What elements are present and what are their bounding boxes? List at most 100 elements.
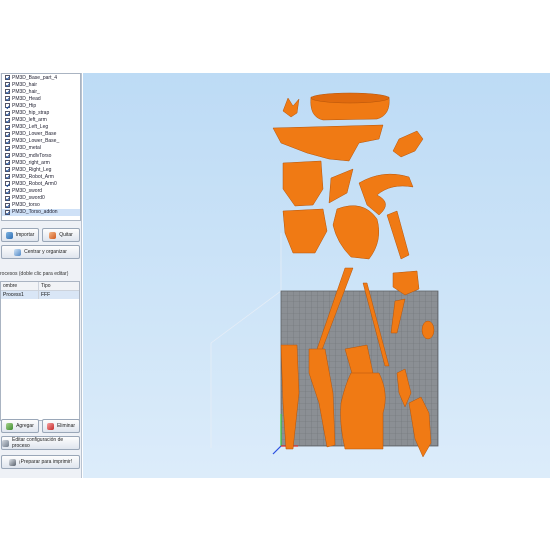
visibility-checkbox[interactable] <box>5 110 10 116</box>
visibility-checkbox[interactable] <box>5 202 10 208</box>
model-list-item-label: PM3D_torso <box>12 202 40 209</box>
model-list-item[interactable]: PM3D_hair_ <box>2 88 80 95</box>
model-list-item-label: PM3D_Head <box>12 95 41 102</box>
model-list-item[interactable]: PM3D_mdlvTorso <box>2 152 80 159</box>
model-list-item-label: PM3D_Lower_Base_ <box>12 138 60 145</box>
scene <box>210 92 439 458</box>
model-hair-strand[interactable] <box>358 173 414 216</box>
remove-button[interactable]: Quitar <box>42 228 80 242</box>
model-hip-strap[interactable] <box>328 168 354 204</box>
visibility-checkbox[interactable] <box>5 138 10 144</box>
add-process-label: Agregar <box>16 423 34 429</box>
visibility-checkbox[interactable] <box>5 145 10 151</box>
printer-icon <box>8 458 16 466</box>
model-list-item[interactable]: PM3D_Robot_Arm0 <box>2 180 80 187</box>
model-base-top[interactable] <box>310 92 390 104</box>
model-list-item-label: PM3D_right_arm <box>12 159 50 166</box>
model-list-item-label: PM3D_Base_part_4 <box>12 74 58 81</box>
model-list-item[interactable]: PM3D_Lower_Base_ <box>2 138 80 145</box>
import-icon <box>5 231 13 239</box>
model-list-item[interactable]: PM3D_right_arm <box>2 159 80 166</box>
import-button-label: Importar <box>15 232 35 238</box>
model-torso-back[interactable] <box>282 208 328 254</box>
model-list-item[interactable]: PM3D_Right_Leg <box>2 166 80 173</box>
visibility-checkbox[interactable] <box>5 188 10 194</box>
model-list-item[interactable]: PM3D_hip_strap <box>2 109 80 116</box>
process-type-cell: FFF <box>41 292 51 298</box>
visibility-checkbox[interactable] <box>5 174 10 180</box>
visibility-checkbox[interactable] <box>5 195 10 201</box>
visibility-checkbox[interactable] <box>5 153 10 159</box>
model-list-item-label: PM3D_Torso_addon <box>12 209 58 216</box>
model-list-item[interactable]: PM3D_Lower_Base <box>2 131 80 138</box>
model-list[interactable]: PM3D_Base_part_4 PM3D_hair PM3D_hair_ PM3D_… <box>1 73 81 221</box>
model-list-item-label: PM3D_metal <box>12 145 41 152</box>
model-left-arm-piece[interactable] <box>392 130 424 158</box>
model-hip[interactable] <box>282 160 324 207</box>
visibility-checkbox[interactable] <box>5 131 10 137</box>
model-list-item-label: PM3D_left_arm <box>12 117 47 124</box>
model-list-item[interactable]: PM3D_torso <box>2 202 80 209</box>
delete-icon <box>46 422 54 430</box>
visibility-checkbox[interactable] <box>5 103 10 109</box>
process-table[interactable]: ombre Tipo Process1 FFF <box>0 281 80 421</box>
model-list-item[interactable]: PM3D_Base_part_4 <box>2 74 80 81</box>
edit-process-label: Editar configuración de proceso <box>12 437 64 449</box>
process-table-header: ombre Tipo <box>1 282 79 291</box>
center-arrange-button[interactable]: Centrar y organizar <box>1 245 80 259</box>
model-list-item[interactable]: PM3D_sword0 <box>2 195 80 202</box>
model-hair-ornament[interactable] <box>282 97 300 118</box>
visibility-checkbox[interactable] <box>5 75 10 81</box>
model-list-item-label: PM3D_Robot_Arm <box>12 173 54 180</box>
model-torso[interactable] <box>340 372 386 450</box>
model-list-item-label: PM3D_sword <box>12 188 43 195</box>
import-button[interactable]: Importar <box>1 228 39 242</box>
add-process-button[interactable]: Agregar <box>1 419 39 433</box>
model-list-item[interactable]: PM3D_Torso_addon <box>2 208 80 216</box>
model-list-item-label: PM3D_Hip <box>12 102 37 109</box>
process-name-cell: Process1 <box>1 291 39 299</box>
visibility-checkbox[interactable] <box>5 124 10 130</box>
model-list-item-label: PM3D_hip_strap <box>12 110 50 117</box>
visibility-checkbox[interactable] <box>5 160 10 166</box>
model-list-item[interactable]: PM3D_hair <box>2 81 80 88</box>
simplify3d-window: PM3D_Base_part_4 PM3D_hair PM3D_hair_ PM3D_… <box>0 73 550 478</box>
model-list-item[interactable]: PM3D_Left_Leg <box>2 124 80 131</box>
model-list-item[interactable]: PM3D_metal <box>2 145 80 152</box>
delete-process-button[interactable]: Eliminar <box>42 419 80 433</box>
left-panel: PM3D_Base_part_4 PM3D_hair PM3D_hair_ PM3D_… <box>0 73 82 478</box>
process-row[interactable]: Process1 FFF <box>1 291 79 299</box>
3d-viewport[interactable] <box>83 73 550 478</box>
prepare-print-button[interactable]: ¡Preparar para imprimir! <box>1 455 80 469</box>
center-arrange-button-label: Centrar y organizar <box>24 249 67 255</box>
remove-button-label: Quitar <box>59 232 73 238</box>
visibility-checkbox[interactable] <box>5 209 10 215</box>
model-list-item-label: PM3D_hair <box>12 81 38 88</box>
model-head[interactable] <box>421 320 435 340</box>
center-arrange-icon <box>14 248 22 256</box>
visibility-checkbox[interactable] <box>5 181 10 187</box>
model-list-item-label: PM3D_Right_Leg <box>12 166 52 173</box>
model-hair[interactable] <box>332 205 379 260</box>
model-list-item[interactable]: PM3D_Hip <box>2 102 80 109</box>
model-list-item-label: PM3D_hair_ <box>12 88 40 95</box>
processes-label: rocesos (doble clic para editar) <box>0 271 69 277</box>
visibility-checkbox[interactable] <box>5 167 10 173</box>
delete-process-label: Eliminar <box>56 423 76 429</box>
model-list-item[interactable]: PM3D_Head <box>2 95 80 102</box>
model-list-item[interactable]: PM3D_sword <box>2 188 80 195</box>
model-list-item-label: PM3D_Left_Leg <box>12 124 49 131</box>
visibility-checkbox[interactable] <box>5 82 10 88</box>
column-type-header: Tipo <box>41 283 51 289</box>
model-right-arm[interactable] <box>386 210 410 260</box>
edit-process-button[interactable]: Editar configuración de proceso <box>1 436 80 450</box>
model-list-item[interactable]: PM3D_Robot_Arm <box>2 173 80 180</box>
model-list-item-label: PM3D_mdlvTorso <box>12 152 52 159</box>
visibility-checkbox[interactable] <box>5 117 10 123</box>
model-lower-base[interactable] <box>272 124 384 162</box>
visibility-checkbox[interactable] <box>5 89 10 95</box>
visibility-checkbox[interactable] <box>5 96 10 102</box>
prepare-print-label: ¡Preparar para imprimir! <box>18 459 73 465</box>
model-list-item[interactable]: PM3D_left_arm <box>2 117 80 124</box>
model-list-item-label: PM3D_Lower_Base <box>12 131 57 138</box>
